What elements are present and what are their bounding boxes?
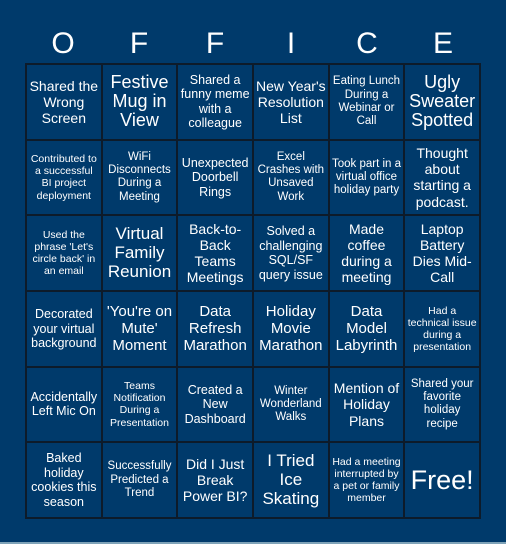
- bingo-cell[interactable]: Accidentally Left Mic On: [26, 366, 102, 443]
- bingo-cell[interactable]: Decorated your virtual background: [26, 290, 102, 367]
- bingo-cell[interactable]: Ugly Sweater Spotted: [404, 64, 480, 140]
- bingo-cell[interactable]: Baked holiday cookies this season: [26, 442, 102, 518]
- bingo-header: O F F I C E: [25, 25, 481, 63]
- bingo-cell[interactable]: Mention of Holiday Plans: [328, 366, 405, 443]
- bingo-cell[interactable]: New Year's Resolution List: [252, 64, 329, 140]
- bingo-cell[interactable]: Contributed to a successful BI project d…: [26, 139, 102, 216]
- free-space-cell[interactable]: Free!: [404, 442, 480, 518]
- bingo-cell[interactable]: Excel Crashes with Unsaved Work: [252, 139, 329, 216]
- bingo-cell[interactable]: Shared the Wrong Screen: [26, 64, 102, 140]
- bingo-cell[interactable]: I Tried Ice Skating: [252, 442, 329, 518]
- header-letter-f1: F: [129, 27, 149, 60]
- bingo-cell[interactable]: Created a New Dashboard: [177, 366, 253, 443]
- header-letter-o: O: [51, 27, 75, 60]
- bingo-cell[interactable]: Made coffee during a meeting: [328, 215, 405, 291]
- bingo-cell[interactable]: Did I Just Break Power BI?: [177, 442, 253, 518]
- bingo-cell[interactable]: 'You're on Mute' Moment: [101, 290, 178, 367]
- bingo-cell[interactable]: Thought about starting a podcast.: [404, 139, 480, 216]
- bingo-cell[interactable]: Successfully Predicted a Trend: [101, 442, 178, 518]
- header-letter-i: I: [286, 27, 296, 60]
- bingo-cell[interactable]: Laptop Battery Dies Mid-Call: [404, 215, 480, 291]
- bingo-cell[interactable]: Teams Notification During a Presentation: [101, 366, 178, 443]
- bingo-cell[interactable]: Data Refresh Marathon: [177, 290, 253, 367]
- bingo-cell[interactable]: Unexpected Doorbell Rings: [177, 139, 253, 216]
- bingo-cell[interactable]: Holiday Movie Marathon: [252, 290, 329, 367]
- bingo-cell[interactable]: Had a technical issue during a presentat…: [404, 290, 480, 367]
- bingo-board: Shared the Wrong Screen Festive Mug in V…: [25, 63, 481, 519]
- bingo-cell[interactable]: Data Model Labyrinth: [328, 290, 405, 367]
- bingo-cell[interactable]: WiFi Disconnects During a Meeting: [101, 139, 178, 216]
- header-letter-f2: F: [205, 27, 225, 60]
- bingo-cell[interactable]: Shared a funny meme with a colleague: [177, 64, 253, 140]
- bingo-cell[interactable]: Had a meeting interrupted by a pet or fa…: [328, 442, 405, 518]
- bingo-cell[interactable]: Virtual Family Reunion: [101, 215, 178, 291]
- bingo-cell[interactable]: Eating Lunch During a Webinar or Call: [328, 64, 405, 140]
- bingo-cell[interactable]: Back-to-Back Teams Meetings: [177, 215, 253, 291]
- bingo-cell[interactable]: Solved a challenging SQL/SF query issue: [252, 215, 329, 291]
- bingo-cell[interactable]: Winter Wonderland Walks: [252, 366, 329, 443]
- header-letter-c: C: [356, 27, 378, 60]
- bingo-cell[interactable]: Used the phrase 'Let's circle back' in a…: [26, 215, 102, 291]
- header-letter-e: E: [432, 27, 453, 60]
- bingo-cell[interactable]: Took part in a virtual office holiday pa…: [328, 139, 405, 216]
- bingo-cell[interactable]: Shared your favorite holiday recipe: [404, 366, 480, 443]
- bingo-cell[interactable]: Festive Mug in View: [101, 64, 178, 140]
